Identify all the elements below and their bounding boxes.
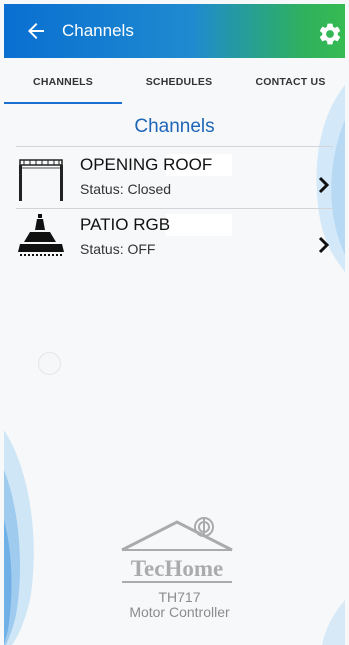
label-mask [166,214,232,236]
divider [16,208,333,209]
app-bar: Channels [4,4,345,58]
divider [16,146,333,147]
channel-status: Status: OFF [80,241,156,257]
chevron-right-icon[interactable] [318,236,330,254]
model-number: TH717 [158,589,201,605]
pergola-icon [19,159,63,201]
section-title: Channels [134,116,215,137]
product-name: Motor Controller [129,604,230,620]
tab-schedules[interactable]: SCHEDULES [122,60,236,104]
loading-circle [38,352,61,375]
brand-name: TecHome [131,556,223,581]
gear-icon[interactable] [317,21,343,47]
product-info: TH717 Motor Controller [0,590,349,620]
tab-bar: CHANNELS SCHEDULES CONTACT US [4,60,345,104]
channel-status: Status: Closed [80,181,172,197]
pendant-light-icon [18,214,64,256]
channel-name: OPENING ROOF [80,155,213,174]
page-title: Channels [62,21,134,40]
tab-contact-us[interactable]: CONTACT US [236,60,345,104]
tab-channels[interactable]: CHANNELS [4,60,122,104]
chevron-right-icon[interactable] [318,176,330,194]
app-screen: Channels CHANNELS SCHEDULES CONTACT US C… [0,0,349,645]
channel-row-opening-roof[interactable]: OPENING ROOF Status: Closed [16,154,333,214]
active-tab-indicator [4,102,122,104]
arrow-left-icon[interactable] [24,19,48,43]
channel-row-patio-rgb[interactable]: PATIO RGB Status: OFF [16,214,333,274]
channel-name: PATIO RGB [80,215,171,234]
techome-logo: TecHome [121,517,233,583]
